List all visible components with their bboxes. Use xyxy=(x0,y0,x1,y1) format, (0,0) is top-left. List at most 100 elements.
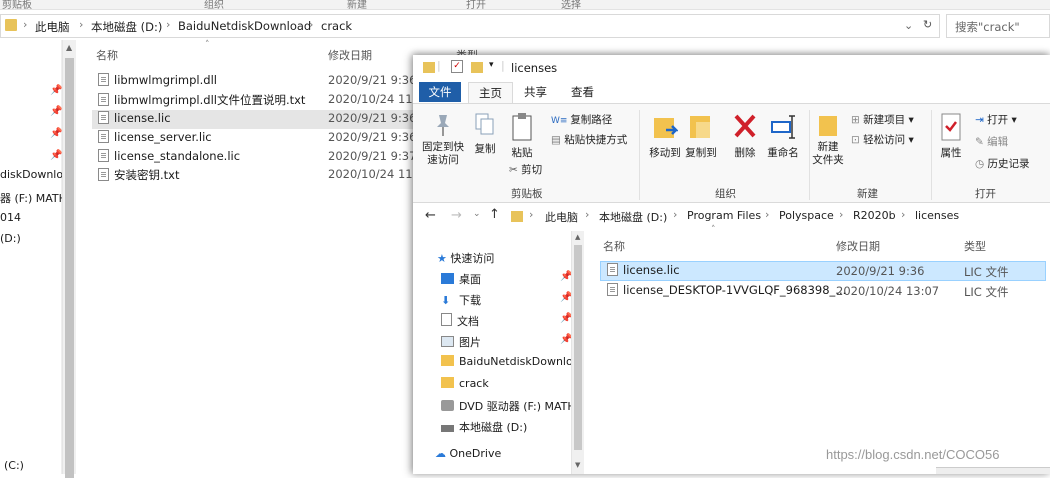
rename-button[interactable]: 重命名 xyxy=(765,112,801,160)
tree-scrollbar[interactable]: ▲ ▼ xyxy=(571,231,584,474)
nav-item[interactable]: (C:) xyxy=(4,459,24,472)
qat-dropdown-icon[interactable]: ▾ xyxy=(489,60,494,70)
button-label: 粘贴 xyxy=(511,147,533,159)
pin-icon[interactable]: 📌 xyxy=(50,128,62,139)
tree-item-desktop[interactable]: 桌面 xyxy=(441,271,481,287)
tree-item-quick-access[interactable]: ★ 快速访问 xyxy=(437,250,494,266)
breadcrumb-item[interactable]: 本地磁盘 (D:) xyxy=(91,19,162,35)
tab-home[interactable]: 主页 xyxy=(468,82,513,103)
address-bar[interactable]: › 此电脑 › 本地磁盘 (D:) › BaiduNetdiskDownload… xyxy=(0,14,940,38)
file-date: 2020/9/21 9:36 xyxy=(328,130,417,144)
file-row[interactable]: license_DESKTOP-1VVGLQF_968398_... xyxy=(607,283,846,302)
back-arrow-icon[interactable]: ← xyxy=(425,208,436,223)
nav-item[interactable]: 器 (F:) MATH xyxy=(0,190,67,206)
properties-button[interactable]: 属性 xyxy=(937,112,965,160)
tree-item-pictures[interactable]: 图片 xyxy=(441,334,481,350)
move-to-button[interactable]: 移动到 xyxy=(647,112,683,160)
file-row[interactable]: 安装密钥.txt xyxy=(98,167,179,186)
tab-view[interactable]: 查看 xyxy=(571,84,594,100)
new-folder-button[interactable]: 新建 文件夹 xyxy=(811,112,845,167)
pin-icon[interactable]: 📌 xyxy=(50,85,62,96)
file-row[interactable]: license_server.lic xyxy=(98,130,212,149)
refresh-icon[interactable]: ↻ xyxy=(923,18,932,31)
pin-icon xyxy=(437,115,449,136)
separator: | xyxy=(437,59,441,72)
paste-button[interactable]: 粘贴 xyxy=(507,112,537,160)
tab-file[interactable]: 文件 xyxy=(419,82,461,102)
chevron-down-icon[interactable]: ⌄ xyxy=(904,19,913,32)
forward-arrow-icon[interactable]: → xyxy=(451,208,462,223)
file-row[interactable]: license.lic xyxy=(607,263,680,282)
scrollbar[interactable]: ▲ xyxy=(62,40,76,478)
tree-item-folder[interactable]: BaiduNetdiskDownlo xyxy=(441,355,573,368)
nav-item[interactable]: diskDownlo xyxy=(0,168,63,181)
properties-qat-icon[interactable]: ✓ xyxy=(451,60,463,73)
breadcrumb-item[interactable]: BaiduNetdiskDownload xyxy=(178,19,311,33)
breadcrumb-item[interactable]: 本地磁盘 (D:) xyxy=(599,209,667,225)
recent-dropdown-icon[interactable]: ⌄ xyxy=(473,209,481,219)
tree-item-dvd[interactable]: DVD 驱动器 (F:) MATH xyxy=(441,398,576,414)
breadcrumb-item[interactable]: Program Files xyxy=(687,209,761,222)
tree-label: 文档 xyxy=(457,315,479,328)
open-button[interactable]: ⇥ 打开 ▾ xyxy=(975,112,1017,127)
scroll-up-icon[interactable]: ▲ xyxy=(575,233,580,241)
breadcrumb-item[interactable]: crack xyxy=(321,19,352,33)
copy-to-button[interactable]: 复制到 xyxy=(683,112,719,160)
nav-item[interactable]: 014 xyxy=(0,211,21,224)
breadcrumb-item[interactable]: R2020b xyxy=(853,209,896,222)
pin-icon[interactable]: 📌 xyxy=(50,150,62,161)
tree-item-downloads[interactable]: ⬇ 下载 xyxy=(441,292,481,308)
column-header-type[interactable]: 类型 xyxy=(964,238,986,254)
history-button[interactable]: ◷ 历史记录 xyxy=(975,156,1030,171)
file-row[interactable]: license_standalone.lic xyxy=(98,149,240,168)
column-header-name[interactable]: 名称 xyxy=(96,47,118,63)
copy-path-button[interactable]: W≡ 复制路径 xyxy=(551,112,612,127)
address-bar[interactable]: ← → ⌄ ↑ › 此电脑 › 本地磁盘 (D:) › Program File… xyxy=(413,203,1050,231)
breadcrumb-item[interactable]: 此电脑 xyxy=(545,209,578,225)
file-row[interactable]: license.lic xyxy=(98,111,171,130)
copy-icon xyxy=(475,113,494,135)
document-icon xyxy=(441,313,452,326)
delete-button[interactable]: 删除 xyxy=(731,112,759,160)
paste-shortcut-icon: ▤ xyxy=(551,134,565,146)
scroll-up-icon[interactable]: ▲ xyxy=(66,43,72,52)
tree-item-documents[interactable]: 文档 xyxy=(441,313,479,329)
tree-item-onedrive[interactable]: ☁ OneDrive xyxy=(435,447,501,460)
folder-icon xyxy=(5,19,17,31)
ribbon-top-label: 打开 xyxy=(466,0,486,10)
up-arrow-icon[interactable]: ↑ xyxy=(489,207,500,222)
new-item-button[interactable]: ⊞ 新建项目 ▾ xyxy=(851,112,914,127)
chevron-right-icon: › xyxy=(529,208,534,221)
history-icon: ◷ xyxy=(975,158,988,170)
tab-share[interactable]: 共享 xyxy=(524,84,547,100)
search-input[interactable]: 搜索"crack" xyxy=(946,14,1050,38)
breadcrumb-item[interactable]: Polyspace xyxy=(779,209,834,222)
tree-label: BaiduNetdiskDownlo xyxy=(459,355,573,368)
button-label: 剪切 xyxy=(521,164,543,176)
tree-item-drive[interactable]: 本地磁盘 (D:) xyxy=(441,419,527,435)
paste-shortcut-button[interactable]: ▤ 粘贴快捷方式 xyxy=(551,132,627,147)
breadcrumb-item[interactable]: 此电脑 xyxy=(35,19,70,35)
file-row[interactable]: libmwlmgrimpl.dll文件位置说明.txt xyxy=(98,92,305,111)
scrollbar-thumb[interactable] xyxy=(65,58,74,478)
tree-item-folder[interactable]: crack xyxy=(441,377,489,390)
column-header-name[interactable]: 名称 xyxy=(603,238,625,254)
copy-button[interactable]: 复制 xyxy=(471,112,499,156)
edit-button[interactable]: ✎ 编辑 xyxy=(975,134,1008,149)
chevron-right-icon: › xyxy=(79,18,84,31)
breadcrumb-item[interactable]: licenses xyxy=(915,209,959,222)
pin-icon[interactable]: 📌 xyxy=(50,106,62,117)
pin-to-quick-access-button[interactable]: 固定到快 速访问 xyxy=(419,112,467,167)
scroll-down-icon[interactable]: ▼ xyxy=(575,461,580,469)
chevron-right-icon: › xyxy=(585,208,590,221)
button-label: 属性 xyxy=(940,147,962,159)
button-label: 移动到 xyxy=(649,147,681,159)
new-folder-qat-icon[interactable] xyxy=(471,62,483,73)
cut-button[interactable]: ✂ 剪切 xyxy=(509,162,542,177)
column-header-date[interactable]: 修改日期 xyxy=(328,47,372,63)
nav-item[interactable]: (D:) xyxy=(0,232,21,245)
scrollbar-thumb[interactable] xyxy=(574,245,582,450)
column-header-date[interactable]: 修改日期 xyxy=(836,238,880,254)
easy-access-button[interactable]: ⊡ 轻松访问 ▾ xyxy=(851,132,914,147)
file-row[interactable]: libmwlmgrimpl.dll xyxy=(98,73,217,92)
